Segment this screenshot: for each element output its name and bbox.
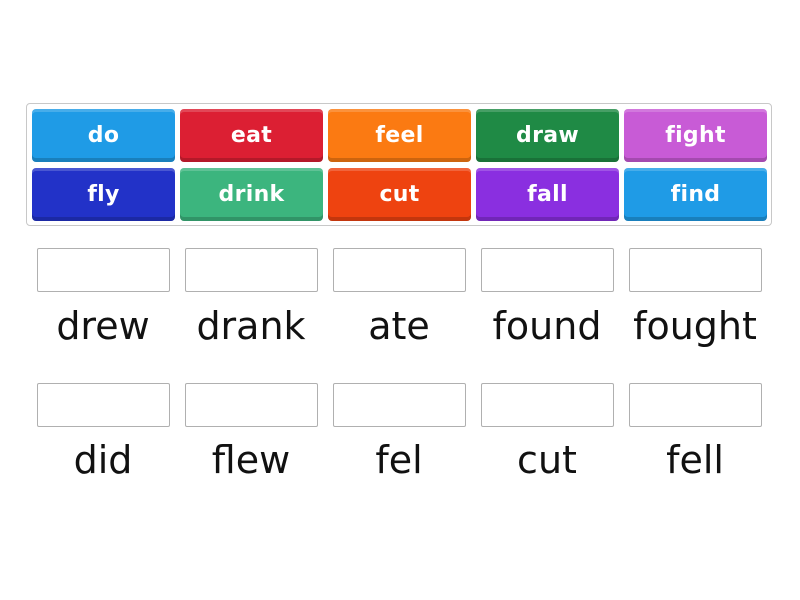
word-tile-do[interactable]: do	[32, 109, 175, 162]
target-word-drank: drank	[196, 304, 306, 348]
drop-slot-flew[interactable]	[185, 383, 318, 427]
drop-slot-fought[interactable]	[629, 248, 762, 292]
drop-slot-did[interactable]	[37, 383, 170, 427]
drop-slot-drew[interactable]	[37, 248, 170, 292]
target-word-flew: flew	[211, 438, 291, 482]
drop-slot-drank[interactable]	[185, 248, 318, 292]
word-tile-draw[interactable]: draw	[476, 109, 619, 162]
drop-slot-fel[interactable]	[333, 383, 466, 427]
word-tile-drink[interactable]: drink	[180, 168, 323, 221]
word-tile-fly[interactable]: fly	[32, 168, 175, 221]
word-tile-feel[interactable]: feel	[328, 109, 471, 162]
word-tile-fight[interactable]: fight	[624, 109, 767, 162]
target-word-fel: fel	[375, 438, 423, 482]
drop-slot-ate[interactable]	[333, 248, 466, 292]
target-word-found: found	[492, 304, 602, 348]
word-tile-fall[interactable]: fall	[476, 168, 619, 221]
target-word-ate: ate	[368, 304, 430, 348]
target-word-cut: cut	[517, 438, 577, 482]
drop-slot-found[interactable]	[481, 248, 614, 292]
word-tile-eat[interactable]: eat	[180, 109, 323, 162]
target-word-fell: fell	[666, 438, 724, 482]
word-tile-cut[interactable]: cut	[328, 168, 471, 221]
target-word-did: did	[73, 438, 133, 482]
drop-slot-fell[interactable]	[629, 383, 762, 427]
word-tile-find[interactable]: find	[624, 168, 767, 221]
target-word-drew: drew	[56, 304, 150, 348]
target-word-fought: fought	[633, 304, 757, 348]
drop-slot-cut[interactable]	[481, 383, 614, 427]
